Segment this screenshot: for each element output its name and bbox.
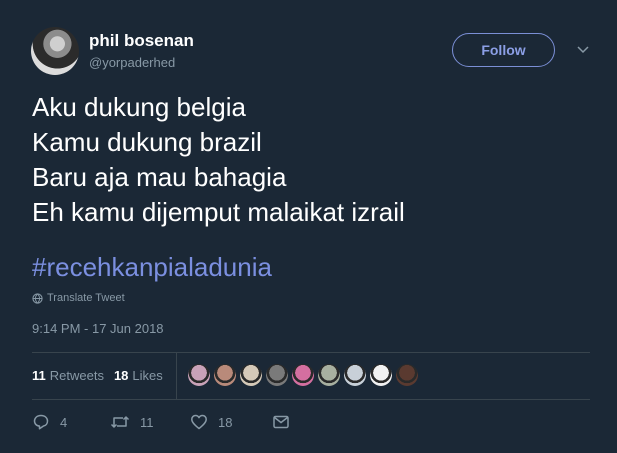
retweets-stat[interactable]: 11 Retweets — [32, 368, 104, 383]
liker-avatar[interactable] — [292, 364, 314, 386]
engagement-stats: 11 Retweets 18 Likes — [32, 368, 163, 383]
tweet-line: Aku dukung belgia — [32, 92, 246, 122]
retweets-count: 11 — [32, 368, 46, 383]
liker-avatar[interactable] — [370, 364, 392, 386]
liker-avatar[interactable] — [240, 364, 262, 386]
tweet-timestamp[interactable]: 9:14 PM - 17 Jun 2018 — [32, 321, 164, 336]
display-name[interactable]: phil bosenan — [89, 31, 194, 51]
retweet-icon — [110, 413, 130, 431]
globe-icon — [32, 292, 43, 304]
tweet-line: Kamu dukung brazil — [32, 127, 262, 157]
stats-divider — [176, 353, 177, 399]
liker-avatar[interactable] — [344, 364, 366, 386]
caret-down-icon[interactable] — [576, 43, 590, 57]
reply-icon — [32, 413, 50, 431]
likes-stat[interactable]: 18 Likes — [114, 368, 163, 383]
tweet-line: Eh kamu dijemput malaikat izrail — [32, 197, 405, 227]
divider — [32, 399, 590, 400]
tweet-text: Aku dukung belgia Kamu dukung brazil Bar… — [32, 90, 405, 230]
heart-icon — [190, 413, 208, 431]
profile-avatar[interactable] — [31, 27, 79, 75]
likes-label: Likes — [132, 368, 163, 383]
like-count: 18 — [218, 414, 233, 430]
direct-message-button[interactable] — [272, 413, 290, 431]
direct-message-icon — [272, 413, 290, 431]
liker-avatar[interactable] — [396, 364, 418, 386]
liker-avatar[interactable] — [188, 364, 210, 386]
retweet-button[interactable]: 11 — [110, 413, 190, 431]
liker-avatar[interactable] — [214, 364, 236, 386]
translate-tweet-link[interactable]: Translate Tweet — [32, 292, 125, 304]
user-handle[interactable]: @yorpaderhed — [89, 55, 175, 70]
liker-avatar[interactable] — [318, 364, 340, 386]
divider — [32, 352, 590, 353]
follow-button[interactable]: Follow — [452, 33, 555, 67]
tweet-line: Baru aja mau bahagia — [32, 162, 287, 192]
reply-button[interactable]: 4 — [32, 413, 110, 431]
likes-count: 18 — [113, 368, 129, 383]
translate-label: Translate Tweet — [47, 292, 125, 304]
hashtag-link[interactable]: #recehkanpialadunia — [32, 252, 272, 283]
liker-avatars — [188, 364, 418, 386]
liker-avatar[interactable] — [266, 364, 288, 386]
reply-count: 4 — [60, 414, 68, 430]
retweet-count: 11 — [140, 414, 154, 430]
tweet-actions: 4 11 18 — [32, 413, 290, 431]
retweets-label: Retweets — [49, 368, 104, 383]
like-button[interactable]: 18 — [190, 413, 272, 431]
